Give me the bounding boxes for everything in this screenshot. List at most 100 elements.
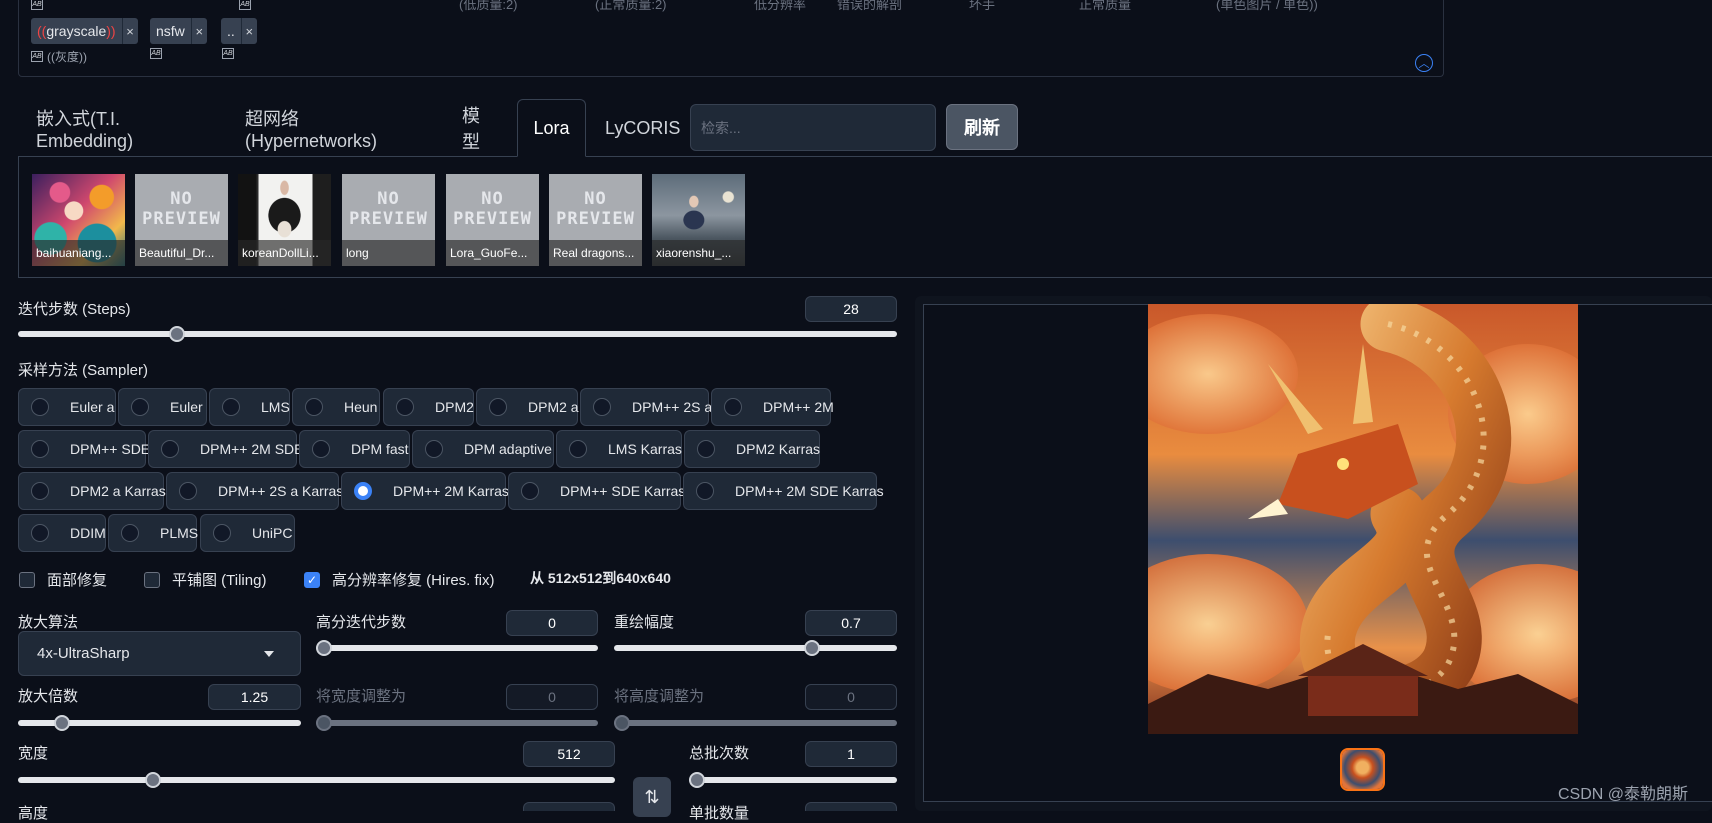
chevron-down-icon (264, 651, 274, 657)
upscale-by-label: 放大倍数 (18, 688, 79, 705)
hires-steps-slider[interactable] (316, 645, 598, 651)
lora-card[interactable]: xiaorenshu_... (652, 174, 745, 266)
prompt-tag-nsfw[interactable]: nsfw × (150, 18, 207, 44)
steps-slider[interactable] (18, 331, 897, 337)
tab-embedding[interactable]: 嵌入式(T.I. Embedding) (36, 99, 133, 157)
sampler-option[interactable]: Euler a (18, 388, 116, 426)
sampler-option[interactable]: DPM++ 2S a (580, 388, 712, 426)
sampler-option[interactable]: DPM adaptive (412, 430, 554, 468)
search-input[interactable]: 检索... (690, 104, 936, 151)
tag-paren-close: )) (106, 23, 116, 39)
tag-paren-open: (( (37, 23, 47, 39)
batch-size-input[interactable] (805, 802, 897, 811)
resize-width-slider-thumb[interactable] (316, 715, 332, 731)
remove-tag-icon[interactable]: × (240, 18, 257, 44)
radio-selected-icon (354, 482, 372, 500)
sampler-option[interactable]: DPM2 a (476, 388, 579, 426)
sampler-option[interactable]: DPM++ 2M (711, 388, 834, 426)
swap-dimensions-button[interactable]: ⇅ (633, 777, 671, 817)
resize-height-input[interactable]: 0 (805, 684, 897, 710)
tab-hypernetworks[interactable]: 超网络 (Hypernetworks) (245, 99, 377, 157)
sampler-option[interactable]: Heun (292, 388, 380, 426)
resize-width-slider[interactable] (316, 720, 598, 726)
sampler-option[interactable]: DPM++ SDE (18, 430, 150, 468)
lora-card[interactable]: NO PREVIEW Lora_GuoFe... (446, 174, 539, 266)
sampler-option-selected[interactable]: DPM++ 2M Karras (341, 472, 509, 510)
sampler-option[interactable]: DPM fast (299, 430, 410, 468)
sampler-option[interactable]: DPM++ 2M SDE Karras (683, 472, 884, 510)
resize-height-slider[interactable] (614, 720, 897, 726)
hires-steps-input[interactable]: 0 (506, 610, 598, 636)
upscaler-label: 放大算法 (18, 614, 79, 631)
prompt-tag-grayscale[interactable]: ((grayscale)) × (31, 18, 138, 44)
batch-count-slider-thumb[interactable] (689, 772, 705, 788)
checkbox-icon (19, 571, 35, 588)
width-input[interactable]: 512 (523, 741, 615, 767)
height-input[interactable] (523, 802, 615, 811)
radio-icon (31, 398, 49, 416)
tab-lycoris[interactable]: LyCORIS (605, 99, 680, 157)
resize-height-label: 将高度调整为 (614, 688, 705, 705)
sampler-option[interactable]: DPM2 Karras (684, 430, 820, 468)
upscaler-select[interactable]: 4x-UltraSharp (18, 631, 301, 676)
lora-card[interactable]: NO PREVIEW Real dragons... (549, 174, 642, 266)
radio-icon (31, 524, 49, 542)
ab-icon: AB (31, 0, 43, 10)
radio-icon (312, 440, 330, 458)
sampler-option[interactable]: DPM++ 2M SDE (148, 430, 303, 468)
batch-count-input[interactable]: 1 (805, 741, 897, 767)
steps-input[interactable]: 28 (805, 296, 897, 322)
sampler-option[interactable]: UniPC (200, 514, 295, 552)
lora-card[interactable]: koreanDollLi... (238, 174, 331, 266)
sampler-option[interactable]: DPM2 a Karras (18, 472, 166, 510)
refresh-button[interactable]: 刷新 (946, 104, 1018, 150)
sampler-option[interactable]: LMS (209, 388, 290, 426)
denoise-slider[interactable] (614, 645, 897, 651)
checkbox-checked-icon: ✓ (304, 571, 320, 588)
resize-height-slider-thumb[interactable] (614, 715, 630, 731)
tag-translation: AB ((灰度)) (31, 48, 87, 65)
sampler-option[interactable]: PLMS (108, 514, 198, 552)
lora-card-title: Real dragons... (549, 240, 642, 266)
gallery-thumbnail[interactable] (1340, 748, 1385, 791)
sampler-option[interactable]: Euler (118, 388, 207, 426)
lora-card[interactable]: NO PREVIEW Beautiful_Dr... (135, 174, 228, 266)
prompt-tag-ellipsis[interactable]: .. × (221, 18, 257, 44)
width-label: 宽度 (18, 745, 49, 762)
generated-image[interactable] (1148, 304, 1578, 734)
radio-icon (425, 440, 443, 458)
width-slider[interactable] (18, 777, 615, 783)
hires-fix-checkbox[interactable]: ✓ 高分辨率修复 (Hires. fix) (304, 569, 495, 590)
ab-icon: AB (150, 48, 162, 59)
upscale-by-slider-thumb[interactable] (53, 715, 70, 731)
resize-width-input[interactable]: 0 (506, 684, 598, 710)
tiling-checkbox[interactable]: 平铺图 (Tiling) (144, 569, 266, 590)
batch-count-slider[interactable] (689, 777, 897, 783)
denoise-input[interactable]: 0.7 (805, 610, 897, 636)
tab-lora[interactable]: Lora (517, 99, 586, 157)
sampler-option[interactable]: DDIM (18, 514, 106, 552)
tab-models[interactable]: 模型 (462, 99, 480, 157)
sampler-option[interactable]: DPM2 (383, 388, 474, 426)
remove-tag-icon[interactable]: × (190, 18, 207, 44)
steps-slider-thumb[interactable] (169, 326, 186, 342)
tag-label: 错误的解剖 (837, 0, 903, 12)
tag-text: .. (227, 23, 235, 39)
remove-tag-icon[interactable]: × (121, 18, 138, 44)
denoise-slider-thumb[interactable] (804, 640, 821, 656)
sampler-option[interactable]: DPM++ 2S a Karras (166, 472, 343, 510)
collapse-icon[interactable]: ︿ (1415, 54, 1433, 72)
width-slider-thumb[interactable] (144, 772, 161, 788)
lora-card-title: Lora_GuoFe... (446, 240, 539, 266)
lora-card[interactable]: baihuaniang... (32, 174, 125, 266)
radio-icon (696, 482, 714, 500)
face-restore-checkbox[interactable]: 面部修复 (19, 569, 107, 590)
sampler-option[interactable]: LMS Karras (556, 430, 682, 468)
radio-icon (593, 398, 611, 416)
radio-icon (213, 524, 231, 542)
sampler-option[interactable]: DPM++ SDE Karras (508, 472, 685, 510)
lora-card[interactable]: NO PREVIEW long (342, 174, 435, 266)
upscale-by-input[interactable]: 1.25 (208, 684, 301, 710)
radio-icon (131, 398, 149, 416)
hires-steps-slider-thumb[interactable] (316, 640, 332, 656)
